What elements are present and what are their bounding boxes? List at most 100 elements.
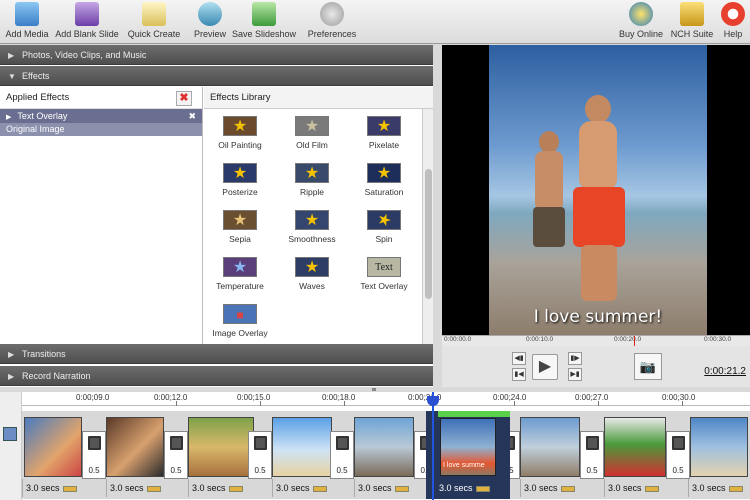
timeline: 0:00;09.0 0:00;12.0 0:00;15.0 0:00;18.0 … [0, 392, 750, 500]
applied-effect-text-overlay[interactable]: ▶ Text Overlay ✖ [0, 109, 202, 123]
effect-pixelate[interactable]: ★ Pixelate [348, 116, 420, 150]
effects-scrollbar[interactable] [422, 109, 433, 345]
playback-controls: ◀▮ ▮◀ ▶ ▮▶ ▶▮ 📷 0:00:21.2 [442, 346, 750, 387]
section-effects[interactable]: ▼ Effects [0, 66, 433, 86]
effect-thumb: ★ [223, 257, 257, 277]
transition-block[interactable]: 0.5 [666, 431, 690, 479]
snapshot-button[interactable]: 📷 [634, 353, 662, 380]
original-image-row[interactable]: Original Image [0, 123, 202, 136]
star-icon: ★ [304, 165, 320, 182]
effect-old-film[interactable]: ★ Old Film [276, 116, 348, 150]
preview-button[interactable]: Preview [190, 2, 230, 42]
clip-duration[interactable]: 3.0 secs [520, 479, 604, 497]
transition-block[interactable]: 0.5 [580, 431, 604, 479]
remove-effect-button[interactable]: ✖ [176, 91, 192, 106]
effect-posterize[interactable]: ★ Posterize [204, 163, 276, 197]
add-blank-slide-button[interactable]: Add Blank Slide [54, 2, 120, 42]
effect-image-overlay[interactable]: ■ Image Overlay [204, 304, 276, 338]
selected-clip[interactable]: 3.0 secs [426, 411, 510, 499]
effect-thumb: ★ [367, 116, 401, 136]
effect-waves[interactable]: ★ Waves [276, 257, 348, 291]
section-photos[interactable]: ▶ Photos, Video Clips, and Music [0, 45, 433, 65]
clip-duration[interactable]: 3.0 secs [22, 479, 106, 497]
effect-thumb: Text [367, 257, 401, 277]
nch-suite-button[interactable]: NCH Suite [670, 2, 714, 42]
effect-text-overlay[interactable]: Text Text Overlay [348, 257, 420, 291]
preview-image: I love summer! [489, 45, 707, 335]
clip-duration[interactable]: 3.0 secs [604, 479, 688, 497]
transition-icon [336, 436, 349, 450]
effect-thumb: ★ [295, 163, 329, 183]
section-record-narration[interactable]: ▶ Record Narration [0, 366, 433, 386]
camera-icon: 📷 [639, 359, 657, 374]
skip-start-button[interactable]: ▮◀ [512, 368, 526, 381]
star-icon: ★ [376, 165, 392, 182]
time-readout[interactable]: 0:00:21.2 [704, 366, 746, 377]
clip-thumbnail[interactable] [24, 417, 82, 477]
transition-block[interactable]: 0.5 [164, 431, 188, 479]
quick-create-button[interactable]: Quick Create [126, 2, 182, 42]
timeline-clips: 0.5 0.5 0.5 0.5 0.5 0.5 0.5 0.5 3.0 secs… [22, 411, 750, 499]
add-blank-slide-icon [75, 2, 99, 26]
skip-end-button[interactable]: ▶▮ [568, 368, 582, 381]
effect-oil-painting[interactable]: ★ Oil Painting [204, 116, 276, 150]
chevron-right-icon: ▶ [8, 372, 15, 381]
effect-smoothness[interactable]: ★ Smoothness [276, 210, 348, 244]
timeline-ruler[interactable]: 0:00;09.0 0:00;12.0 0:00;15.0 0:00;18.0 … [22, 392, 750, 406]
preferences-button[interactable]: Preferences [306, 2, 358, 42]
clip-thumbnail[interactable] [106, 417, 164, 477]
effect-thumb: ★ [295, 210, 329, 230]
clip-thumbnail[interactable] [690, 417, 748, 477]
section-transitions[interactable]: ▶ Transitions [0, 344, 433, 364]
effect-marker [438, 411, 510, 417]
selected-clip-caption: I love summe [443, 462, 485, 469]
effect-saturation[interactable]: ★ Saturation [348, 163, 420, 197]
star-icon: ★ [304, 259, 320, 276]
nch-suite-icon [680, 2, 704, 26]
clip-thumbnail[interactable] [354, 417, 414, 477]
clip-duration[interactable]: 3.0 secs [688, 479, 750, 497]
save-slideshow-icon [252, 2, 276, 26]
preview-time-ruler[interactable]: 0:00:00.0 0:00:10.0 0:00:20.0 0:00:30.0 [442, 335, 750, 347]
transition-block[interactable]: 0.5 [82, 431, 106, 479]
effect-ripple[interactable]: ★ Ripple [276, 163, 348, 197]
transition-icon [586, 436, 599, 450]
transition-block[interactable]: 0.5 [330, 431, 354, 479]
save-slideshow-button[interactable]: Save Slideshow [232, 2, 296, 42]
help-button[interactable]: Help [720, 2, 746, 42]
effect-thumb: ★ [367, 210, 401, 231]
effect-spin[interactable]: ★ Spin [348, 210, 420, 244]
clip-settings-icon [228, 485, 243, 492]
panel-splitter[interactable] [372, 388, 376, 391]
step-forward-button[interactable]: ▮▶ [568, 352, 582, 365]
playhead[interactable] [432, 392, 434, 500]
effect-thumb: ★ [295, 257, 329, 277]
step-back-button[interactable]: ◀▮ [512, 352, 526, 365]
toolbar: Add Media Add Blank Slide Quick Create P… [0, 0, 750, 44]
effect-thumb: ★ [223, 116, 257, 136]
buy-online-button[interactable]: Buy Online [618, 2, 664, 42]
effect-temperature[interactable]: ★ Temperature [204, 257, 276, 291]
clip-thumbnail[interactable] [604, 417, 666, 477]
transition-icon [170, 436, 183, 450]
star-icon: ★ [232, 259, 248, 276]
clip-duration[interactable]: 3.0 secs [436, 479, 506, 497]
transition-block[interactable]: 0.5 [248, 431, 272, 479]
star-icon: ★ [374, 210, 394, 231]
clip-duration[interactable]: 3.0 secs [106, 479, 188, 497]
timeline-side [0, 392, 22, 500]
image-icon: ■ [236, 308, 244, 322]
clip-duration[interactable]: 3.0 secs [188, 479, 272, 497]
left-panel: ▶ Photos, Video Clips, and Music ▼ Effects… [0, 45, 433, 387]
clip-thumbnail[interactable] [520, 417, 580, 477]
clip-thumbnail[interactable] [272, 417, 332, 477]
transition-icon [88, 436, 101, 450]
play-button[interactable]: ▶ [532, 354, 558, 380]
close-icon[interactable]: ✖ [188, 109, 196, 123]
scrollbar-thumb[interactable] [425, 169, 432, 299]
effect-sepia[interactable]: ★ Sepia [204, 210, 276, 244]
clip-duration[interactable]: 3.0 secs [272, 479, 354, 497]
clip-thumbnail[interactable] [188, 417, 254, 477]
add-media-button[interactable]: Add Media [4, 2, 50, 42]
preferences-icon [320, 2, 344, 26]
